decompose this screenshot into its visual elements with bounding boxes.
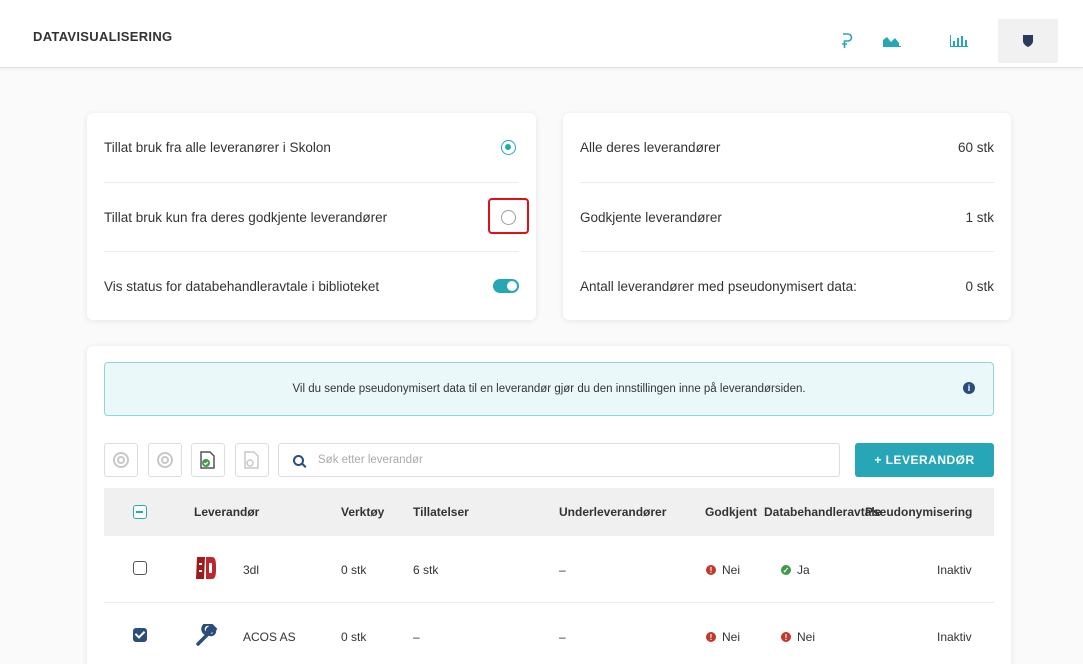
show-status-label: Vis status for databehandleravtale i bib… (104, 278, 380, 294)
setting-allow-approved: Tillat bruk kun fra deres godkjente leve… (104, 182, 519, 251)
all-vendors-label: Alle deres leverandører (580, 140, 721, 155)
document-approve-icon[interactable] (191, 443, 225, 477)
col-tools[interactable]: Verktøy (341, 505, 384, 519)
select-all-checkbox[interactable] (133, 505, 147, 519)
pseudo-vendors-value: 0 stk (965, 278, 994, 294)
vendor-tools: 0 stk (341, 630, 367, 644)
3dl-logo-icon (195, 555, 217, 586)
allow-approved-label: Tillat bruk kun fra deres godkjente leve… (104, 209, 388, 225)
col-dpa[interactable]: Databehandleravtale (764, 505, 881, 519)
page-title: DATAVISUALISERING (33, 29, 173, 44)
table-header: Leverandør Verktøy Tillatelser Underleve… (104, 488, 994, 536)
bar-chart-icon[interactable] (929, 19, 989, 63)
info-banner: Vil du sende pseudonymisert data til en … (104, 362, 994, 416)
col-pseudo[interactable]: Pseudonymisering (865, 505, 972, 519)
approved-vendors-label: Godkjente leverandører (580, 209, 722, 225)
col-approved[interactable]: Godkjent (705, 505, 757, 519)
toolbar-action-2-icon[interactable] (148, 443, 182, 477)
stat-all: Alle deres leverandører 60 stk (580, 113, 994, 182)
table-row[interactable]: ACOS AS 0 stk – – ! Nei ! Nei Inaktiv (104, 603, 994, 664)
exclamation-icon: ! (706, 565, 716, 575)
pseudo-vendors-label: Antall leverandører med pseudonymisert d… (580, 278, 857, 294)
stat-pseudo: Antall leverandører med pseudonymisert d… (580, 251, 994, 320)
row-checkbox[interactable] (133, 561, 147, 575)
settings-card: Tillat bruk fra alle leveranører i Skolo… (87, 113, 536, 320)
approved-vendors-value: 1 stk (965, 209, 994, 225)
col-vendor[interactable]: Leverandør (194, 505, 259, 519)
highlight-box (488, 198, 529, 234)
allow-all-radio[interactable] (501, 140, 516, 155)
vendor-pseudo: Inaktiv (937, 630, 972, 644)
add-vendor-button[interactable]: + LEVERANDØR (855, 443, 994, 477)
shield-icon[interactable] (998, 19, 1058, 63)
allow-all-label: Tillat bruk fra alle leveranører i Skolo… (104, 140, 331, 155)
toolbar-action-1-icon[interactable] (104, 443, 138, 477)
vendor-subvendors: – (559, 563, 566, 577)
vendor-pseudo: Inaktiv (937, 563, 972, 577)
all-vendors-value: 60 stk (957, 140, 994, 155)
search-input[interactable]: Søk etter leverandør (278, 443, 840, 477)
vendor-permissions: – (413, 630, 420, 644)
vendor-dpa: ✓ Ja (781, 563, 810, 577)
vendor-dpa: ! Nei (781, 630, 815, 644)
show-status-toggle[interactable] (493, 279, 519, 293)
top-bar: DATAVISUALISERING (0, 0, 1083, 68)
check-icon: ✓ (781, 565, 791, 575)
vendor-name[interactable]: 3dl (243, 563, 259, 577)
area-chart-icon[interactable] (862, 19, 922, 63)
col-permissions[interactable]: Tillatelser (413, 505, 469, 519)
exclamation-icon: ! (781, 632, 791, 642)
vendor-card: Vil du sende pseudonymisert data til en … (87, 346, 1011, 664)
document-icon[interactable] (235, 443, 269, 477)
vendor-name[interactable]: ACOS AS (243, 630, 296, 644)
row-checkbox[interactable] (133, 628, 147, 642)
col-subvendors[interactable]: Underleverandører (559, 505, 666, 519)
vendor-permissions: 6 stk (413, 563, 439, 577)
setting-show-status: Vis status for databehandleravtale i bib… (104, 251, 519, 320)
stat-approved: Godkjente leverandører 1 stk (580, 182, 994, 251)
vendor-approved: ! Nei (706, 563, 740, 577)
search-placeholder: Søk etter leverandør (318, 454, 423, 466)
vendor-subvendors: – (559, 630, 566, 644)
wrench-icon (196, 622, 218, 651)
exclamation-icon: ! (706, 632, 716, 642)
vendor-approved: ! Nei (706, 630, 740, 644)
info-text: Vil du sende pseudonymisert data til en … (292, 383, 806, 395)
stats-card: Alle deres leverandører 60 stk Godkjente… (563, 113, 1011, 320)
info-icon: i (963, 382, 975, 394)
setting-allow-all: Tillat bruk fra alle leveranører i Skolo… (104, 113, 519, 182)
vendor-tools: 0 stk (341, 563, 367, 577)
table-row[interactable]: 3dl 0 stk 6 stk – ! Nei ✓ Ja Inaktiv (104, 536, 994, 603)
search-icon (293, 454, 304, 466)
